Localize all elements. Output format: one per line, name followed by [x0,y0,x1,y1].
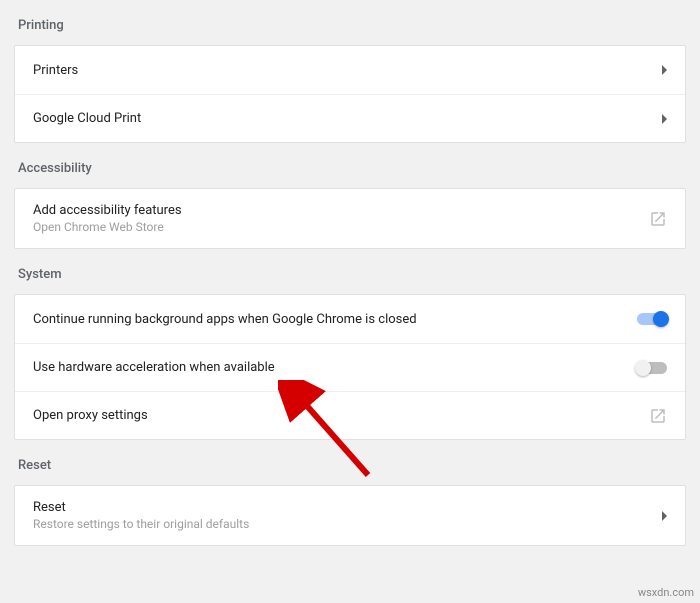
external-link-icon [649,210,667,228]
printers-row[interactable]: Printers [15,46,685,94]
reset-row[interactable]: Reset Restore settings to their original… [15,486,685,545]
section-header-accessibility: Accessibility [14,143,686,188]
proxy-settings-label: Open proxy settings [33,408,148,423]
add-accessibility-title: Add accessibility features [33,203,182,218]
hardware-accel-row[interactable]: Use hardware acceleration when available [15,343,685,391]
hardware-accel-label: Use hardware acceleration when available [33,360,275,375]
proxy-settings-row[interactable]: Open proxy settings [15,391,685,439]
background-apps-toggle[interactable] [637,313,667,325]
reset-card: Reset Restore settings to their original… [14,485,686,546]
section-header-printing: Printing [14,0,686,45]
printing-card: Printers Google Cloud Print [14,45,686,143]
reset-sub: Restore settings to their original defau… [33,517,249,531]
watermark: wsxdn.com [638,586,694,599]
add-accessibility-sub: Open Chrome Web Store [33,220,182,234]
cloud-print-row[interactable]: Google Cloud Print [15,94,685,142]
background-apps-label: Continue running background apps when Go… [33,312,417,327]
accessibility-card: Add accessibility features Open Chrome W… [14,188,686,249]
reset-title: Reset [33,500,249,515]
section-header-reset: Reset [14,440,686,485]
section-header-system: System [14,249,686,294]
cloud-print-label: Google Cloud Print [33,111,141,126]
external-link-icon [649,407,667,425]
add-accessibility-row[interactable]: Add accessibility features Open Chrome W… [15,189,685,248]
chevron-right-icon [662,511,667,521]
printers-label: Printers [33,63,78,78]
system-card: Continue running background apps when Go… [14,294,686,440]
chevron-right-icon [662,114,667,124]
hardware-accel-toggle[interactable] [637,362,667,374]
chevron-right-icon [662,65,667,75]
background-apps-row[interactable]: Continue running background apps when Go… [15,295,685,343]
